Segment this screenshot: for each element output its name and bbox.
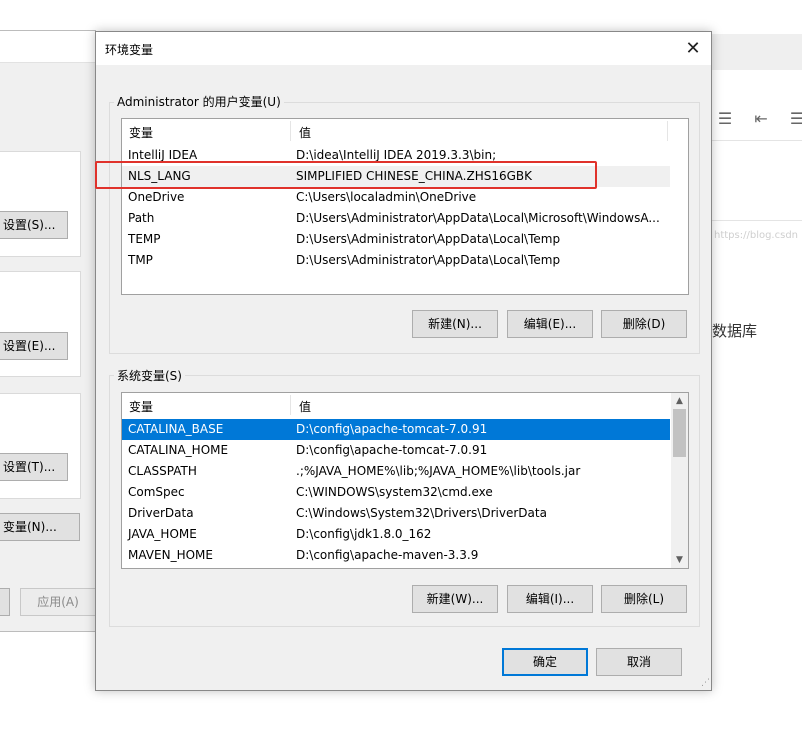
table-row[interactable]: TEMP D:\Users\Administrator\AppData\Loca… <box>122 229 670 250</box>
outdent-icon: ⇤ <box>754 109 768 128</box>
startup-settings-button[interactable]: 设置(T)... <box>0 453 68 481</box>
column-separator[interactable] <box>290 121 291 141</box>
system-variables-label: 系统变量(S) <box>114 367 185 384</box>
system-delete-button[interactable]: 删除(L) <box>601 585 687 613</box>
scrollbar-thumb[interactable] <box>673 409 686 457</box>
vertical-scrollbar[interactable]: ▲ ▼ <box>671 393 688 568</box>
user-delete-button[interactable]: 删除(D) <box>601 310 687 338</box>
user-variables-label: Administrator 的用户变量(U) <box>114 93 284 110</box>
variable-name: MAVEN_HOME <box>128 548 213 562</box>
variable-value: C:\Windows\System32\Drivers\DriverData <box>296 506 547 520</box>
background-divider <box>712 140 802 141</box>
variable-name: DriverData <box>128 506 194 520</box>
scroll-up-icon[interactable]: ▲ <box>671 393 688 409</box>
column-header-name[interactable]: 变量 <box>129 398 153 415</box>
watermark-text: https://blog.csdn <box>714 230 799 241</box>
list-icon: ☰ <box>789 109 802 128</box>
user-new-button[interactable]: 新建(N)... <box>412 310 498 338</box>
variable-name: CLASSPATH <box>128 464 197 478</box>
variable-value: .;%JAVA_HOME%\lib;%JAVA_HOME%\lib\tools.… <box>296 464 581 478</box>
table-row[interactable]: MAVEN_HOME D:\config\apache-maven-3.3.9 <box>122 545 670 566</box>
scroll-down-icon[interactable]: ▼ <box>671 552 688 568</box>
variable-value: D:\Users\Administrator\AppData\Local\Tem… <box>296 253 561 267</box>
back-ok-button[interactable] <box>0 588 10 616</box>
startup-recovery-group <box>0 393 81 499</box>
column-separator[interactable] <box>290 395 291 415</box>
variable-name: CATALINA_BASE <box>128 422 224 436</box>
system-edit-button[interactable]: 编辑(I)... <box>507 585 593 613</box>
background-divider <box>712 220 802 221</box>
ok-button[interactable]: 确定 <box>502 648 588 676</box>
table-row[interactable]: CATALINA_HOME D:\config\apache-tomcat-7.… <box>122 440 670 461</box>
variable-value: D:\Users\Administrator\AppData\Local\Mic… <box>296 211 660 225</box>
variable-name: Path <box>128 211 155 225</box>
back-dialog-titlebar <box>0 31 96 63</box>
user-list-header: 变量 值 <box>122 119 688 143</box>
apply-button[interactable]: 应用(A) <box>20 588 96 616</box>
table-row[interactable]: TMP D:\Users\Administrator\AppData\Local… <box>122 250 670 271</box>
background-text: 数据库 <box>712 322 758 340</box>
variable-value: C:\Users\localadmin\OneDrive <box>296 190 477 204</box>
variable-value: D:\config\apache-maven-3.3.9 <box>296 548 479 562</box>
variable-name: JAVA_HOME <box>128 527 197 541</box>
table-row[interactable]: CLASSPATH .;%JAVA_HOME%\lib;%JAVA_HOME%\… <box>122 461 670 482</box>
variable-name: TMP <box>128 253 153 267</box>
variable-name: CATALINA_HOME <box>128 443 229 457</box>
close-icon[interactable]: ✕ <box>675 32 711 65</box>
variable-name: TEMP <box>128 232 161 246</box>
column-separator[interactable] <box>667 121 668 141</box>
cancel-button[interactable]: 取消 <box>596 648 682 676</box>
variable-value: D:\config\apache-tomcat-7.0.91 <box>296 443 488 457</box>
variable-name: ComSpec <box>128 485 185 499</box>
dialog-titlebar: 环境变量 ✕ <box>96 32 711 65</box>
user-variables-list[interactable]: 变量 值 IntelliJ IDEA D:\idea\IntelliJ IDEA… <box>121 118 689 295</box>
resize-grip-icon[interactable]: ⋰ <box>698 677 710 689</box>
system-new-button[interactable]: 新建(W)... <box>412 585 498 613</box>
table-row[interactable]: CATALINA_BASE D:\config\apache-tomcat-7.… <box>122 419 670 440</box>
environment-variables-dialog: 环境变量 ✕ Administrator 的用户变量(U) 变量 值 Intel… <box>95 31 712 691</box>
environment-variables-button[interactable]: 变量(N)... <box>0 513 80 541</box>
performance-group <box>0 151 81 257</box>
variable-value: D:\config\jdk1.8.0_162 <box>296 527 432 541</box>
system-properties-dialog: 设置(S)... 设置(E)... 设置(T)... 变量(N)... 应用(A… <box>0 30 96 632</box>
column-header-name[interactable]: 变量 <box>129 124 153 141</box>
column-header-value[interactable]: 值 <box>299 124 311 141</box>
user-edit-button[interactable]: 编辑(E)... <box>507 310 593 338</box>
nls-lang-highlight-box <box>95 161 597 189</box>
table-row[interactable]: JAVA_HOME D:\config\jdk1.8.0_162 <box>122 524 670 545</box>
table-row[interactable]: DriverData C:\Windows\System32\Drivers\D… <box>122 503 670 524</box>
dialog-title: 环境变量 <box>105 43 154 57</box>
performance-settings-button[interactable]: 设置(S)... <box>0 211 68 239</box>
profiles-settings-button[interactable]: 设置(E)... <box>0 332 68 360</box>
table-row[interactable]: ComSpec C:\WINDOWS\system32\cmd.exe <box>122 482 670 503</box>
system-variables-list[interactable]: 变量 值 CATALINA_BASE D:\config\apache-tomc… <box>121 392 689 569</box>
table-row[interactable]: OneDrive C:\Users\localadmin\OneDrive <box>122 187 670 208</box>
user-profiles-group <box>0 271 81 377</box>
table-row[interactable]: Path D:\Users\Administrator\AppData\Loca… <box>122 208 670 229</box>
background-toolbar-band <box>712 34 802 70</box>
system-list-header: 变量 值 <box>122 393 688 417</box>
variable-value: D:\config\apache-tomcat-7.0.91 <box>296 422 488 436</box>
column-header-value[interactable]: 值 <box>299 398 311 415</box>
variable-name: OneDrive <box>128 190 185 204</box>
variable-value: C:\WINDOWS\system32\cmd.exe <box>296 485 493 499</box>
variable-value: D:\Users\Administrator\AppData\Local\Tem… <box>296 232 561 246</box>
list-indent-icon: ☰ <box>717 109 733 128</box>
